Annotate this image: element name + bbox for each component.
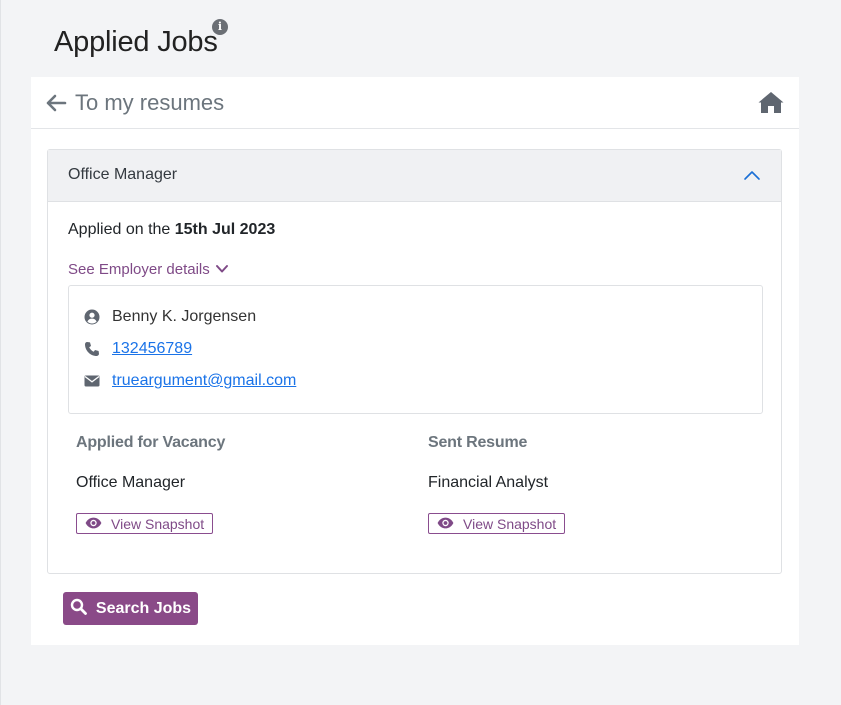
- chevron-down-icon: [215, 261, 229, 278]
- employer-email-link[interactable]: trueargument@gmail.com: [112, 372, 296, 390]
- home-icon[interactable]: [757, 90, 785, 119]
- employer-phone-row: 132456789: [84, 340, 192, 358]
- resume-column: Sent Resume Financial Analyst View Snaps…: [428, 434, 566, 534]
- top-bar: To my resumes: [31, 77, 799, 129]
- applied-on-prefix: Applied on the: [68, 221, 175, 238]
- phone-icon: [84, 341, 100, 357]
- employer-name-row: Benny K. Jorgensen: [84, 308, 256, 326]
- vacancy-view-snapshot-button[interactable]: View Snapshot: [76, 513, 214, 534]
- vacancy-column: Applied for Vacancy Office Manager View …: [76, 434, 226, 534]
- application-card: Office Manager Applied on the 15th Jul 2…: [47, 149, 782, 574]
- employer-details-box: Benny K. Jorgensen 132456789 trueargumen…: [68, 285, 763, 414]
- vacancy-heading: Applied for Vacancy: [76, 434, 226, 451]
- resume-value: Financial Analyst: [428, 474, 549, 491]
- main-panel: To my resumes Office Manager Applied on …: [31, 77, 799, 645]
- arrow-left-icon: [45, 94, 67, 112]
- envelope-icon: [84, 373, 100, 389]
- search-jobs-button[interactable]: Search Jobs: [63, 592, 198, 625]
- eye-icon: [85, 516, 102, 532]
- resume-heading: Sent Resume: [428, 434, 528, 451]
- vacancy-value: Office Manager: [76, 474, 186, 491]
- employer-phone-link[interactable]: 132456789: [112, 340, 192, 358]
- applied-date: 15th Jul 2023: [174, 221, 276, 238]
- search-jobs-label: Search Jobs: [95, 599, 192, 617]
- user-circle-icon: [84, 309, 100, 325]
- view-snapshot-label: View Snapshot: [111, 515, 205, 532]
- application-card-header[interactable]: Office Manager: [48, 150, 781, 202]
- back-link-label: To my resumes: [75, 90, 225, 115]
- info-icon[interactable]: i: [212, 19, 228, 35]
- employer-name: Benny K. Jorgensen: [112, 308, 257, 325]
- chevron-up-icon[interactable]: [743, 168, 761, 186]
- back-to-resumes-link[interactable]: To my resumes: [45, 89, 224, 117]
- eye-icon: [437, 516, 454, 532]
- employer-email-row: trueargument@gmail.com: [84, 372, 296, 390]
- applied-on-text: Applied on the 15th Jul 2023: [68, 221, 275, 239]
- job-title: Office Manager: [68, 166, 178, 183]
- view-snapshot-label: View Snapshot: [463, 515, 557, 532]
- resume-view-snapshot-button[interactable]: View Snapshot: [428, 513, 566, 534]
- search-icon: [70, 598, 87, 620]
- employer-toggle-label: See Employer details: [68, 261, 210, 278]
- employer-details-toggle[interactable]: See Employer details: [68, 261, 229, 278]
- page-title: Applied Jobs: [54, 26, 218, 58]
